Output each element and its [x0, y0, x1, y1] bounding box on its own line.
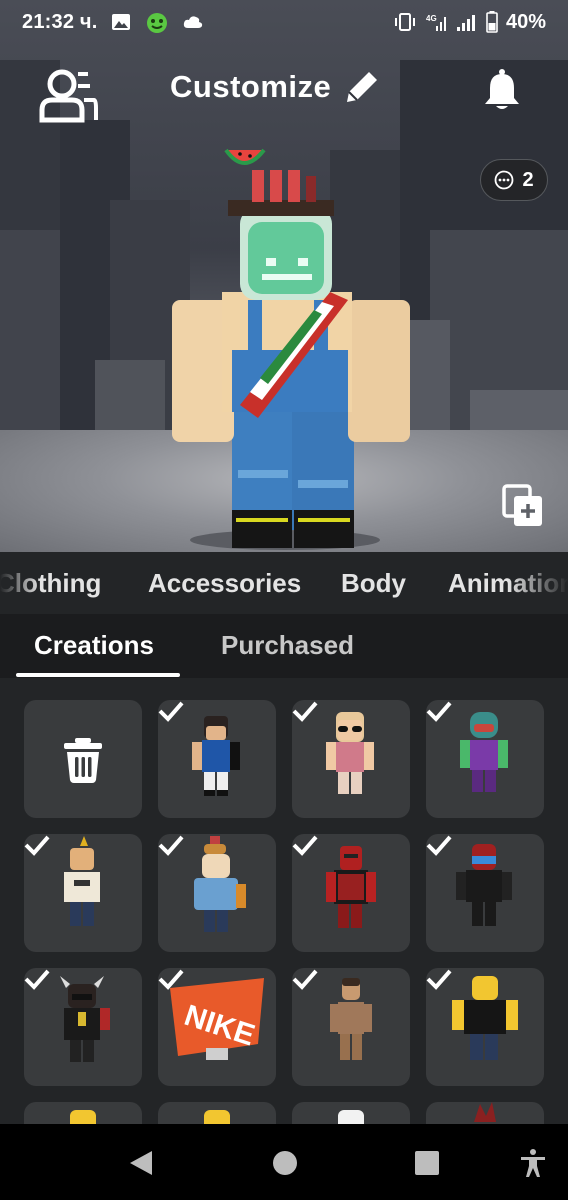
outfit-tile[interactable]: [158, 700, 276, 818]
owned-checkmark-icon: [292, 701, 318, 722]
outfits-count-button[interactable]: 2: [480, 159, 548, 201]
outfit-tile[interactable]: [24, 1102, 142, 1124]
outfit-thumbnail: [70, 1110, 96, 1124]
home-icon[interactable]: [270, 1148, 300, 1178]
outfit-tile[interactable]: NIKE: [158, 968, 276, 1086]
happymod-icon: [147, 13, 168, 33]
recents-icon[interactable]: [412, 1148, 442, 1178]
outfit-tile[interactable]: [292, 968, 410, 1086]
outfit-tile[interactable]: [292, 1102, 410, 1124]
page-title-text: Customize: [170, 69, 332, 104]
tabs-fade-left: [0, 552, 40, 614]
gallery-icon: [112, 14, 131, 30]
more-options-icon: [495, 170, 514, 190]
owned-checkmark-icon: [426, 701, 452, 722]
tab-creations[interactable]: Creations: [34, 630, 154, 661]
signal-4g-icon: 4G: [426, 14, 446, 31]
tab-purchased[interactable]: Purchased: [221, 630, 354, 661]
signal-icon: [456, 15, 475, 31]
owned-checkmark-icon: [158, 969, 184, 990]
outfit-tile[interactable]: [292, 700, 410, 818]
outfit-thumbnail: [338, 1110, 364, 1124]
notifications-bell-icon[interactable]: [482, 68, 522, 112]
avatar-editor-icon[interactable]: [38, 66, 100, 124]
outfit-tile[interactable]: [158, 1102, 276, 1124]
battery-icon: [486, 11, 498, 33]
tab-body[interactable]: Body: [341, 568, 406, 599]
owned-checkmark-icon: [292, 969, 318, 990]
outfit-tile[interactable]: [292, 834, 410, 952]
tab-accessories[interactable]: Accessories: [148, 568, 301, 599]
outfit-thumbnail: [474, 1102, 496, 1122]
outfit-tile[interactable]: [158, 834, 276, 952]
owned-checkmark-icon: [24, 969, 50, 990]
status-bar: 21:32 ч. 4G 40%: [0, 0, 568, 44]
category-tabs: Clothing Accessories Body Animations: [0, 552, 568, 614]
back-icon[interactable]: [126, 1148, 156, 1178]
outfits-count: 2: [522, 168, 534, 191]
pencil-icon[interactable]: [343, 68, 381, 106]
page-title: Customize: [170, 68, 381, 106]
active-tab-indicator: [16, 673, 180, 677]
subtabs: Creations Purchased: [0, 614, 568, 678]
battery-percent: 40%: [505, 10, 546, 33]
cloud-icon: [184, 16, 203, 28]
outfit-tile[interactable]: [24, 968, 142, 1086]
accessibility-icon[interactable]: [518, 1148, 548, 1178]
system-nav-bar: [0, 1124, 568, 1200]
status-time: 21:32 ч.: [22, 10, 98, 33]
outfit-tile[interactable]: [426, 1102, 544, 1124]
outfit-tile[interactable]: [24, 834, 142, 952]
tabs-fade-right: [508, 552, 568, 614]
owned-checkmark-icon: [24, 835, 50, 856]
delete-tile[interactable]: [24, 700, 142, 818]
outfit-tile[interactable]: [426, 834, 544, 952]
owned-checkmark-icon: [292, 835, 318, 856]
owned-checkmark-icon: [158, 701, 184, 722]
svg-text:4G: 4G: [426, 14, 437, 23]
outfits-grid: NIKE: [0, 678, 568, 1124]
trash-icon: [64, 738, 102, 783]
outfit-tile[interactable]: [426, 700, 544, 818]
owned-checkmark-icon: [158, 835, 184, 856]
vibrate-icon: [394, 13, 415, 31]
outfit-thumbnail: [204, 1110, 230, 1124]
owned-checkmark-icon: [426, 969, 452, 990]
owned-checkmark-icon: [426, 835, 452, 856]
create-outfit-icon[interactable]: [502, 484, 544, 528]
outfit-tile[interactable]: [426, 968, 544, 1086]
